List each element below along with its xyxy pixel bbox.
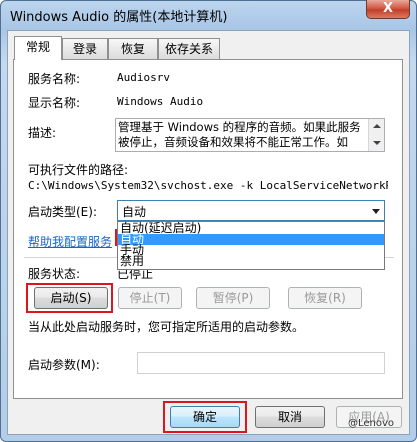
cancel-button[interactable]: 取消 bbox=[255, 406, 325, 428]
scroll-down-icon[interactable] bbox=[373, 141, 381, 145]
close-button[interactable]: X bbox=[366, 0, 410, 19]
scroll-up-icon[interactable] bbox=[373, 124, 381, 128]
tab-dependencies[interactable]: 依存关系 bbox=[158, 38, 220, 59]
service-status-label: 服务状态: bbox=[28, 267, 81, 281]
watermark: @Lenovo bbox=[348, 418, 395, 429]
description-line-2: 被停止，音频设备和效果将不能正常工作。如 bbox=[118, 135, 348, 149]
startup-type-select[interactable]: 自动 bbox=[117, 200, 385, 221]
description-label: 描述: bbox=[28, 126, 57, 140]
start-params-input[interactable] bbox=[137, 352, 385, 374]
exe-path-label: 可执行文件的路径: bbox=[28, 163, 129, 177]
display-name-value: Windows Audio bbox=[117, 95, 204, 108]
help-configure-link[interactable]: 帮助我配置服务 bbox=[28, 233, 112, 250]
tab-recovery[interactable]: 恢复 bbox=[108, 38, 158, 59]
start-button[interactable]: 启动(S) bbox=[34, 287, 108, 309]
option-disabled[interactable]: 禁用 bbox=[118, 255, 384, 267]
option-manual[interactable]: 手动 bbox=[118, 244, 384, 256]
stop-button[interactable]: 停止(T) bbox=[118, 287, 182, 309]
start-params-hint: 当从此处启动服务时，您可指定所适用的启动参数。 bbox=[28, 320, 305, 334]
option-auto[interactable]: 自动 bbox=[118, 233, 384, 245]
service-name-label: 服务名称: bbox=[28, 72, 81, 86]
window-title: Windows Audio 的属性(本地计算机) bbox=[10, 10, 228, 25]
description-line-1: 管理基于 Windows 的程序的音频。如果此服务 bbox=[118, 120, 361, 134]
option-auto-delayed[interactable]: 自动(延迟启动) bbox=[118, 222, 384, 234]
display-name-label: 显示名称: bbox=[28, 96, 81, 110]
exe-path-value: C:\Windows\System32\svchost.exe -k Local… bbox=[28, 179, 388, 192]
description-box[interactable]: 管理基于 Windows 的程序的音频。如果此服务 被停止，音频设备和效果将不能… bbox=[115, 118, 385, 152]
tab-general[interactable]: 常规 bbox=[14, 36, 62, 60]
description-scrollbar[interactable] bbox=[368, 119, 384, 151]
ok-button[interactable]: 确定 bbox=[170, 406, 240, 428]
tab-logon[interactable]: 登录 bbox=[62, 38, 108, 59]
chevron-down-icon[interactable] bbox=[372, 209, 380, 214]
startup-type-selected: 自动 bbox=[122, 205, 147, 219]
start-params-label: 启动参数(M): bbox=[28, 358, 100, 372]
startup-type-label: 启动类型(E): bbox=[28, 205, 97, 219]
startup-type-dropdown[interactable]: 自动(延迟启动) 自动 手动 禁用 bbox=[117, 221, 385, 270]
pause-button[interactable]: 暂停(P) bbox=[196, 287, 270, 309]
resume-button[interactable]: 恢复(R) bbox=[288, 287, 362, 309]
service-name-value: Audiosrv bbox=[117, 71, 170, 84]
